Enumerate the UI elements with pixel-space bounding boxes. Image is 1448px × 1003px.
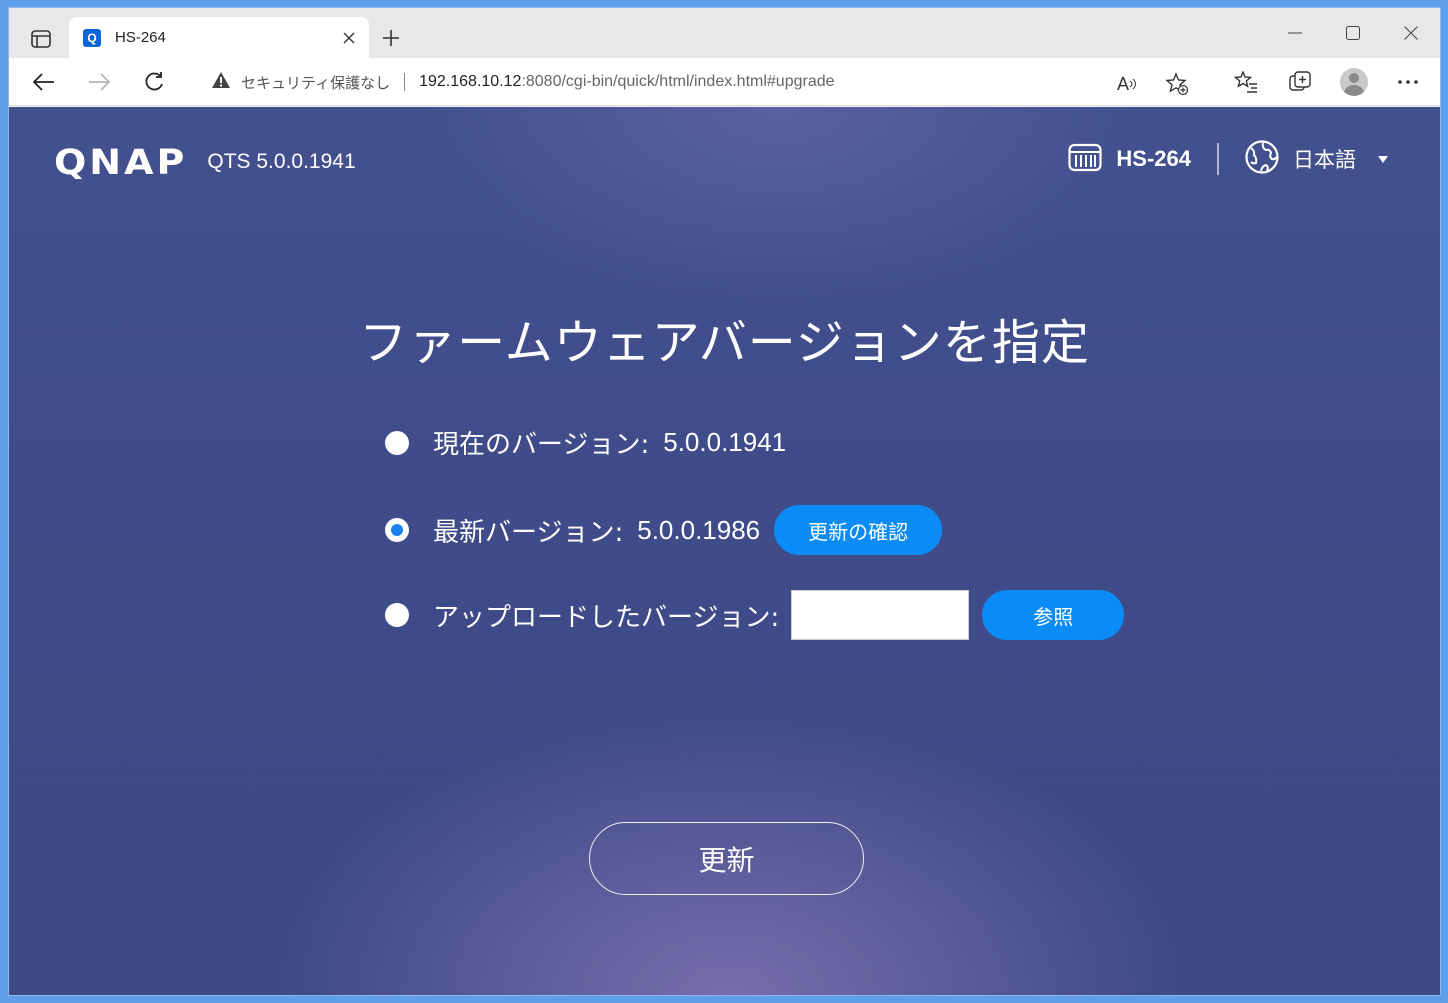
url-path: :8080/cgi-bin/quick/html/index.html#upgr…: [521, 73, 835, 90]
avatar: [1340, 68, 1368, 96]
uploaded-version-label: アップロードしたバージョン:: [433, 602, 780, 633]
current-version-value: 5.0.0.1941: [663, 427, 787, 457]
add-favorite-icon[interactable]: [1163, 70, 1191, 98]
reload-icon[interactable]: [139, 68, 169, 96]
profile-avatar[interactable]: [1340, 68, 1368, 96]
device-name: HS-264: [1116, 146, 1191, 171]
maximize-icon[interactable]: [1336, 20, 1370, 46]
minimize-icon[interactable]: [1278, 20, 1312, 46]
radio-latest-version[interactable]: [385, 518, 409, 542]
favorites-icon[interactable]: [1232, 68, 1260, 96]
browser-toolbar: セキュリティ保護なし 192.168.10.12:8080/cgi-bin/qu…: [9, 58, 1440, 106]
globe-icon[interactable]: [1245, 140, 1279, 178]
current-version-label: 現在のバージョン:: [433, 430, 650, 460]
qnap-logo: QNAP: [54, 141, 188, 183]
radio-uploaded-version[interactable]: [385, 603, 409, 627]
check-update-button[interactable]: 更新の確認: [774, 505, 943, 555]
nas-device-icon: [1068, 142, 1103, 176]
update-button[interactable]: 更新: [589, 822, 864, 895]
read-aloud-icon[interactable]: A: [1113, 70, 1141, 98]
collections-icon[interactable]: [1286, 68, 1314, 96]
back-arrow-icon[interactable]: [29, 68, 59, 96]
address-separator: [404, 73, 406, 91]
tab-active[interactable]: Q HS-264: [69, 17, 369, 58]
more-menu-icon[interactable]: [1394, 68, 1422, 96]
uploaded-file-field[interactable]: [791, 590, 970, 640]
qts-version: QTS 5.0.0.1941: [207, 150, 356, 173]
address-actions: A: [1113, 70, 1191, 98]
window-controls: [1278, 20, 1428, 46]
warning-icon[interactable]: [211, 71, 231, 93]
security-status-text[interactable]: セキュリティ保護なし: [241, 72, 390, 93]
language-selector[interactable]: 日本語: [1293, 144, 1356, 174]
caret-down-icon[interactable]: [1378, 155, 1388, 163]
tab-actions-icon[interactable]: [23, 25, 59, 53]
option-latest-version: 最新バージョン: 5.0.0.1986 更新の確認: [385, 505, 943, 555]
qnap-favicon-icon: Q: [83, 28, 101, 47]
page-title: ファームウェアバージョンを指定: [359, 315, 1090, 371]
address-bar[interactable]: セキュリティ保護なし 192.168.10.12:8080/cgi-bin/qu…: [191, 64, 1201, 100]
url-host: 192.168.10.12: [419, 73, 522, 90]
window-close-icon[interactable]: [1394, 20, 1428, 46]
toolbar-icons: [1232, 68, 1422, 96]
header-right: HS-264 日本語: [1068, 140, 1388, 178]
new-tab-plus-icon[interactable]: [378, 25, 404, 51]
tab-title: HS-264: [115, 29, 166, 46]
read-aloud-label: A: [1116, 73, 1129, 94]
radio-current-version[interactable]: [385, 430, 409, 455]
brand: QNAP QTS 5.0.0.1941: [54, 140, 356, 184]
header-separator: [1217, 143, 1219, 175]
option-uploaded-version: アップロードしたバージョン: 参照: [385, 590, 1125, 640]
qnap-upgrade-page: QNAP QTS 5.0.0.1941 HS-264 日本語 ファームウェアバー…: [9, 107, 1440, 995]
forward-arrow-icon[interactable]: [84, 68, 114, 96]
url-text[interactable]: 192.168.10.12:8080/cgi-bin/quick/html/in…: [419, 73, 834, 91]
browser-window: Q HS-264 セキュリティ保護なし 192.168.10.12:8080/c…: [8, 7, 1441, 996]
browse-button[interactable]: 参照: [982, 590, 1125, 640]
latest-version-label: 最新バージョン:: [433, 517, 624, 548]
close-icon[interactable]: [339, 28, 359, 48]
tab-strip: Q HS-264: [9, 8, 1440, 58]
option-current-version: 現在のバージョン: 5.0.0.1941: [385, 424, 786, 461]
latest-version-value: 5.0.0.1986: [637, 514, 761, 545]
